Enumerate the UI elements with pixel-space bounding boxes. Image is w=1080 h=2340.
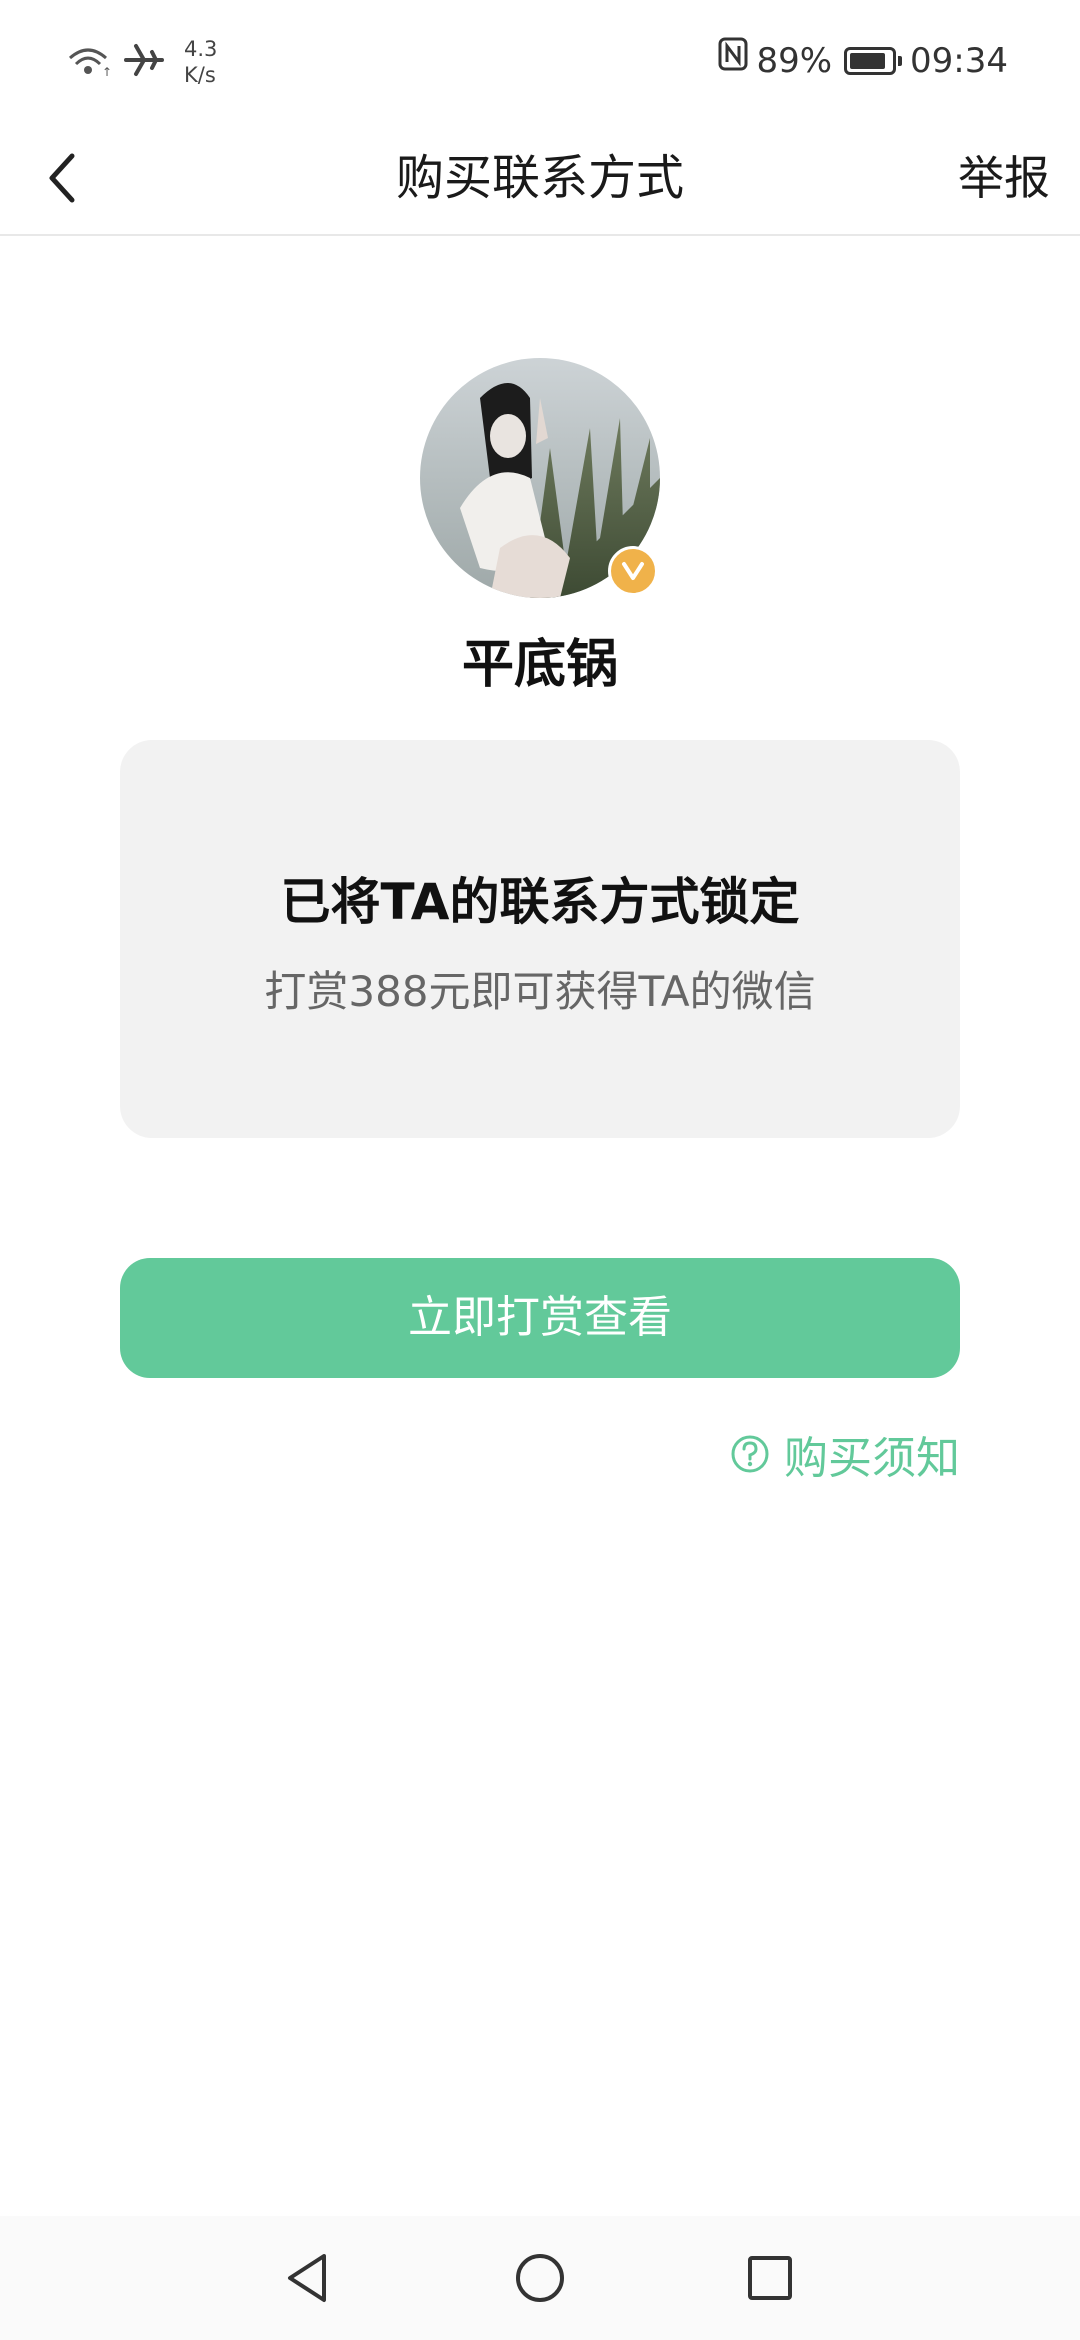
avatar-container[interactable]	[420, 358, 660, 598]
svg-text:↑↓: ↑↓	[102, 65, 114, 78]
system-back-button[interactable]	[274, 2244, 342, 2312]
question-circle-icon	[731, 1435, 769, 1473]
username: 平底锅	[461, 635, 618, 695]
status-left: ↑↓ 4.3 K/s	[66, 36, 217, 88]
circle-home-icon	[516, 2254, 564, 2302]
square-recents-icon	[748, 2256, 792, 2300]
system-recents-button[interactable]	[736, 2244, 804, 2312]
battery-percent: 89%	[756, 40, 833, 81]
back-button[interactable]	[30, 142, 94, 214]
status-bar: ↑↓ 4.3 K/s 89%	[0, 0, 1080, 120]
verified-badge-icon	[608, 546, 658, 596]
status-right: 89% 09:34	[718, 36, 1008, 85]
chevron-left-icon	[49, 153, 75, 203]
system-home-button[interactable]	[506, 2244, 574, 2312]
locked-subtitle: 打赏388元即可获得TA的微信	[264, 967, 816, 1016]
network-speed-value: 4.3	[184, 37, 218, 61]
wifi-icon: ↑↓	[66, 42, 122, 82]
reward-view-button[interactable]: 立即打赏查看	[120, 1258, 960, 1378]
report-button[interactable]: 举报	[958, 120, 1050, 236]
airplane-mode-icon	[124, 42, 164, 82]
page-title: 购买联系方式	[395, 150, 684, 206]
nfc-icon	[718, 36, 748, 85]
battery-fill	[850, 52, 885, 69]
network-speed: 4.3 K/s	[184, 36, 217, 88]
locked-contact-card: 已将TA的联系方式锁定 打赏388元即可获得TA的微信	[120, 740, 960, 1138]
purchase-notice-link[interactable]: 购买须知	[730, 1424, 960, 1484]
screen: ↑↓ 4.3 K/s 89%	[0, 0, 1080, 2340]
purchase-notice-label: 购买须知	[784, 1433, 960, 1484]
triangle-back-icon	[288, 2254, 326, 2302]
clock: 09:34	[910, 40, 1008, 81]
locked-title: 已将TA的联系方式锁定	[280, 873, 800, 931]
battery-icon	[844, 46, 903, 75]
network-speed-unit: K/s	[184, 63, 216, 87]
system-nav-bar	[0, 2216, 1080, 2340]
nav-bar: 购买联系方式 举报	[0, 120, 1080, 236]
